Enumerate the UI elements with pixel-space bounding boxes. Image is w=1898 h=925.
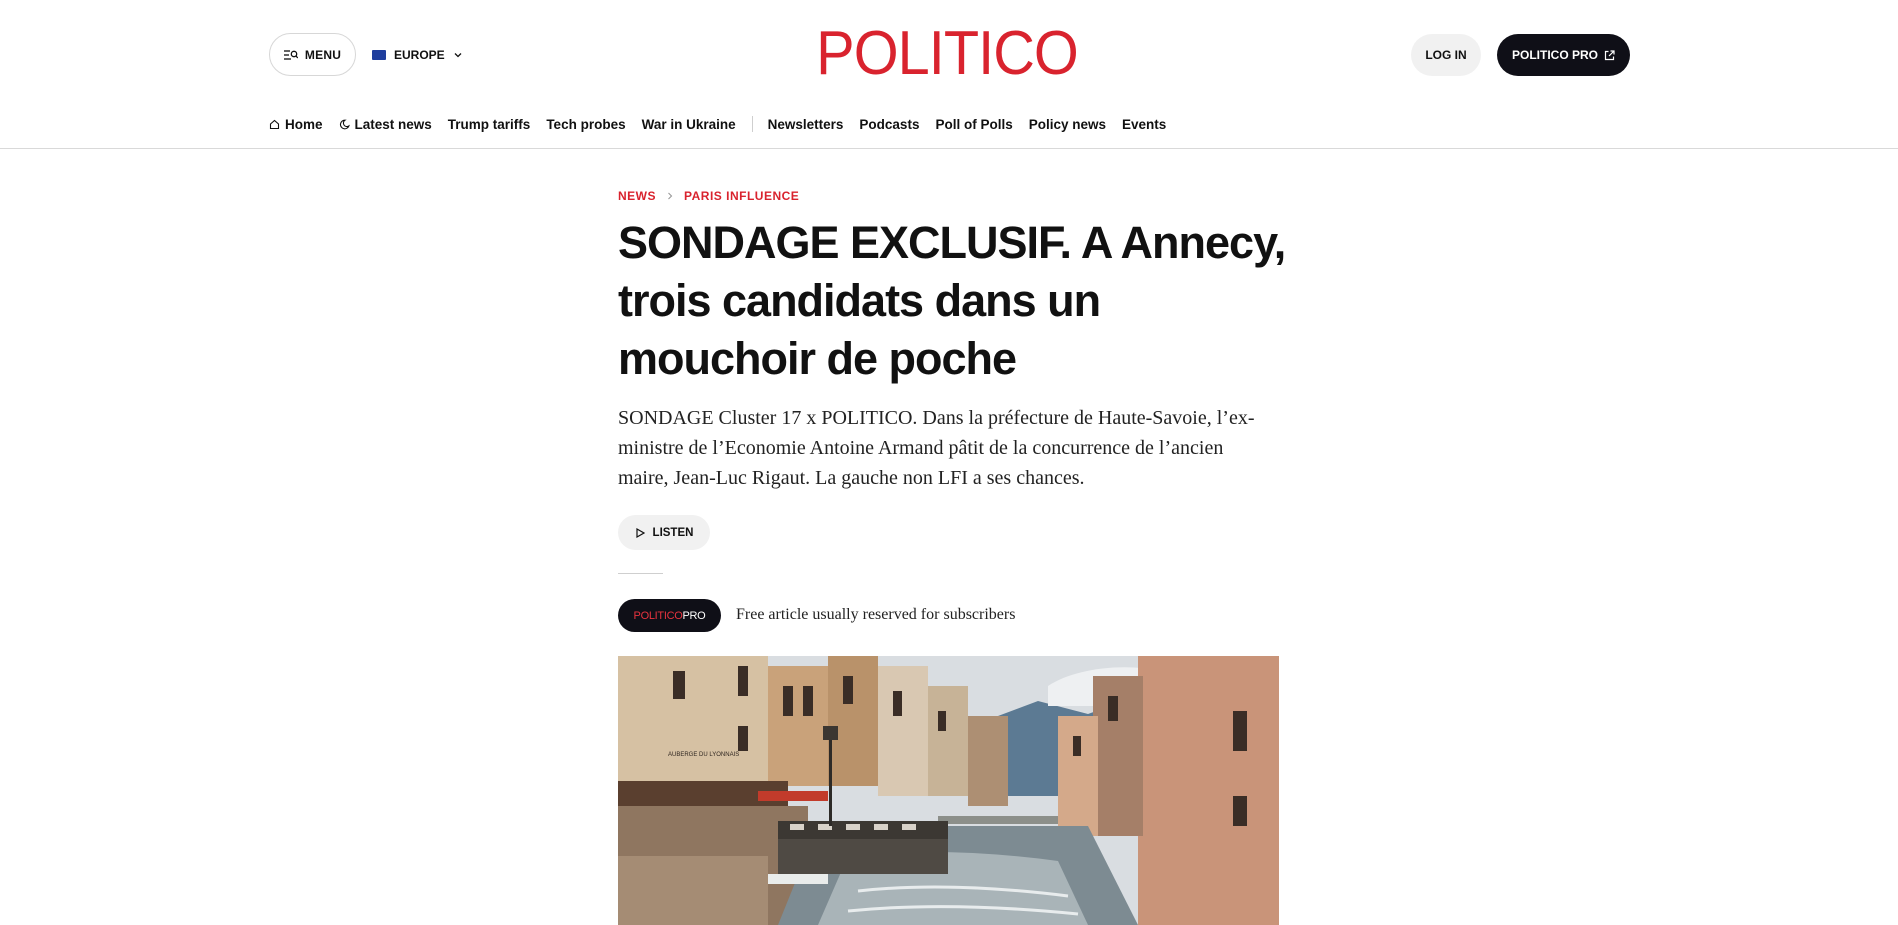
breadcrumb-news[interactable]: NEWS [618, 189, 656, 203]
free-article-note: Free article usually reserved for subscr… [736, 606, 1016, 623]
nav-item-policy-news[interactable]: Policy news [1029, 117, 1106, 132]
moon-icon [339, 119, 350, 129]
nav-item-war-in-ukraine[interactable]: War in Ukraine [642, 117, 736, 132]
nav-item-podcasts[interactable]: Podcasts [859, 117, 919, 132]
menu-label: MENU [304, 47, 342, 62]
home-icon [269, 119, 280, 129]
nav-item-poll-of-polls[interactable]: Poll of Polls [935, 117, 1012, 132]
svg-text:AUBERGE DU LYONNAIS: AUBERGE DU LYONNAIS [668, 752, 739, 758]
politico-pro-label: POLITICO PRO [1511, 48, 1598, 62]
nav-label: Policy news [1028, 116, 1107, 132]
politico-logo[interactable]: POLITICO [816, 19, 1079, 88]
chevron-down-icon [454, 53, 462, 58]
nav-label: Home [285, 116, 323, 132]
nav-label: Poll of Polls [935, 116, 1013, 132]
nav-label: Trump tariffs [447, 116, 531, 132]
nav-item-tech-probes[interactable]: Tech probes [546, 117, 625, 132]
chevron-right-icon [668, 192, 673, 200]
primary-nav: Home Latest news Trump tariffs Tech prob… [269, 114, 1182, 134]
edition-selector[interactable]: EUROPE [372, 45, 463, 65]
divider [618, 573, 663, 574]
login-button[interactable]: LOG IN [1411, 34, 1481, 76]
article-headline: SONDAGE EXCLUSIF. A Annecy, trois candid… [618, 217, 1286, 384]
menu-search-icon [283, 49, 298, 60]
nav-item-latest-news[interactable]: Latest news [339, 117, 432, 132]
article-hero-image: AUBERGE DU LYONNAIS [618, 656, 1279, 925]
article-dek: SONDAGE Cluster 17 x POLITICO. Dans la p… [618, 407, 1255, 489]
external-link-icon [1604, 49, 1615, 60]
eu-flag-icon [372, 50, 386, 60]
nav-item-newsletters[interactable]: Newsletters [768, 117, 844, 132]
listen-label: LISTEN [652, 526, 694, 539]
nav-label: War in Ukraine [641, 116, 736, 132]
nav-label: Newsletters [767, 116, 844, 132]
pro-badge-politico: POLITICO [633, 609, 683, 622]
annecy-canal-photo: AUBERGE DU LYONNAIS [618, 656, 1279, 925]
listen-button[interactable]: LISTEN [618, 515, 710, 550]
politico-pro-button[interactable]: POLITICO PRO [1497, 34, 1630, 76]
nav-divider [751, 116, 753, 132]
pro-badge-pro: PRO [682, 609, 706, 622]
menu-button[interactable]: MENU [269, 33, 356, 76]
nav-label: Events [1122, 116, 1167, 132]
nav-label: Tech probes [546, 116, 626, 132]
nav-item-home[interactable]: Home [269, 117, 323, 132]
nav-label: Podcasts [859, 116, 920, 132]
politico-pro-badge: POLITICO PRO [618, 599, 721, 632]
nav-label: Latest news [354, 116, 432, 132]
breadcrumb-paris-influence[interactable]: PARIS INFLUENCE [684, 189, 799, 203]
site-header: MENU EUROPE POLITICO LOG IN POLITICO PRO… [0, 0, 1898, 149]
nav-item-events[interactable]: Events [1122, 117, 1166, 132]
breadcrumb: NEWS PARIS INFLUENCE [618, 189, 799, 203]
edition-label: EUROPE [394, 48, 445, 62]
play-icon [635, 527, 645, 538]
nav-item-trump-tariffs[interactable]: Trump tariffs [448, 117, 531, 132]
